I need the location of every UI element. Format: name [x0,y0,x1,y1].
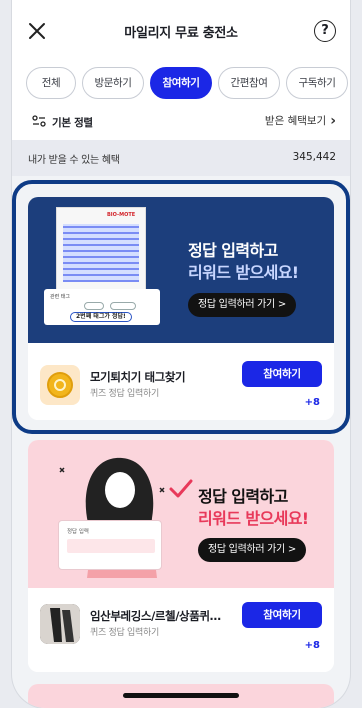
sort-bar: 기본 정렬 받은 혜택보기 › [12,104,350,140]
tab-easy-participate[interactable]: 간편참여 [218,67,280,99]
sort-icon[interactable] [32,114,46,128]
banner-headline: 정답 입력하고 [198,487,288,506]
page-title: 마일리지 무료 충전소 [124,26,238,41]
category-tabs: 전체 방문하기 참여하기 간편참여 구독하기 [12,62,350,104]
offer-thumbnail [40,604,80,644]
tab-subscribe[interactable]: 구독하기 [286,67,348,99]
quiz-hint-answer: 2번째 태그가 정답! [70,312,132,322]
banner-answer-button[interactable]: 정답 입력하러 가기 > [188,293,296,317]
product-brand: BIO-MOTE [107,212,136,218]
banner-answer-button[interactable]: 정답 입력하러 가기 > [198,538,306,562]
reward-points: +8 [304,397,320,408]
tag-pill [84,302,104,310]
help-button[interactable]: ? [314,20,336,42]
offer-title: 모기퇴치기 태그찾기 [90,370,186,384]
view-benefits-link[interactable]: 받은 혜택보기 › [265,113,336,128]
offer-subtitle: 퀴즈 정답 입력하기 [90,628,159,638]
product-image: BIO-MOTE [56,207,146,295]
offer-subtitle: 퀴즈 정답 입력하기 [90,389,159,399]
offer-title: 임산부레깅스/르첼/상품퀴… [90,609,221,623]
product-grid [63,224,139,282]
coin-icon [47,372,73,398]
offer-info: 모기퇴치기 태그찾기 퀴즈 정답 입력하기 참여하기 +8 [28,343,334,420]
tab-visit[interactable]: 방문하기 [82,67,144,99]
offer-card[interactable]: BIO-MOTE 관련 태그 2번째 태그가 정답! 정답 입력하고 리워드 받… [28,197,334,420]
tab-participate[interactable]: 참여하기 [150,67,212,99]
banner-subline: 리워드 받으세요! [198,509,309,528]
check-icon [169,479,193,498]
participate-button[interactable]: 참여하기 [242,602,322,628]
benefit-label: 내가 받을 수 있는 혜택 [28,155,120,166]
reward-points: +8 [304,640,320,651]
view-benefits-label: 받은 혜택보기 [264,115,327,127]
banner-headline: 정답 입력하고 [188,241,278,260]
answer-note-label: 정답 입력 [67,529,89,535]
home-indicator[interactable] [123,693,239,698]
answer-note-field [67,539,155,553]
answer-note: 정답 입력 [58,520,162,570]
quiz-hint-title: 관련 태그 [50,294,70,300]
benefit-summary: 내가 받을 수 있는 혜택 345,442 [12,140,350,176]
leggings-photo [40,604,80,644]
tab-all[interactable]: 전체 [26,67,76,99]
offer-banner[interactable]: BIO-MOTE 관련 태그 2번째 태그가 정답! 정답 입력하고 리워드 받… [28,197,334,343]
offer-banner[interactable]: 정답 입력 정답 입력하고 리워드 받으세요! 정답 입력하러 가기 > [28,440,334,588]
chevron-right-icon: › [330,112,336,129]
header: 마일리지 무료 충전소 ? [12,0,350,62]
benefit-value: 345,442 [292,151,336,163]
tag-pill [110,302,136,310]
banner-subline: 리워드 받으세요! [188,263,299,282]
offer-card[interactable]: 정답 입력 정답 입력하고 리워드 받으세요! 정답 입력하러 가기 > 임산부… [28,440,334,672]
phone-screen: 마일리지 무료 충전소 ? 전체 방문하기 참여하기 간편참여 구독하기 기본 … [12,0,350,708]
offer-info: 임산부레깅스/르첼/상품퀴… 퀴즈 정답 입력하기 참여하기 +8 [28,588,334,672]
sort-label[interactable]: 기본 정렬 [52,115,93,130]
participate-button[interactable]: 참여하기 [242,361,322,387]
offer-thumbnail [40,365,80,405]
quiz-hint-card: 관련 태그 2번째 태그가 정답! [44,289,160,325]
